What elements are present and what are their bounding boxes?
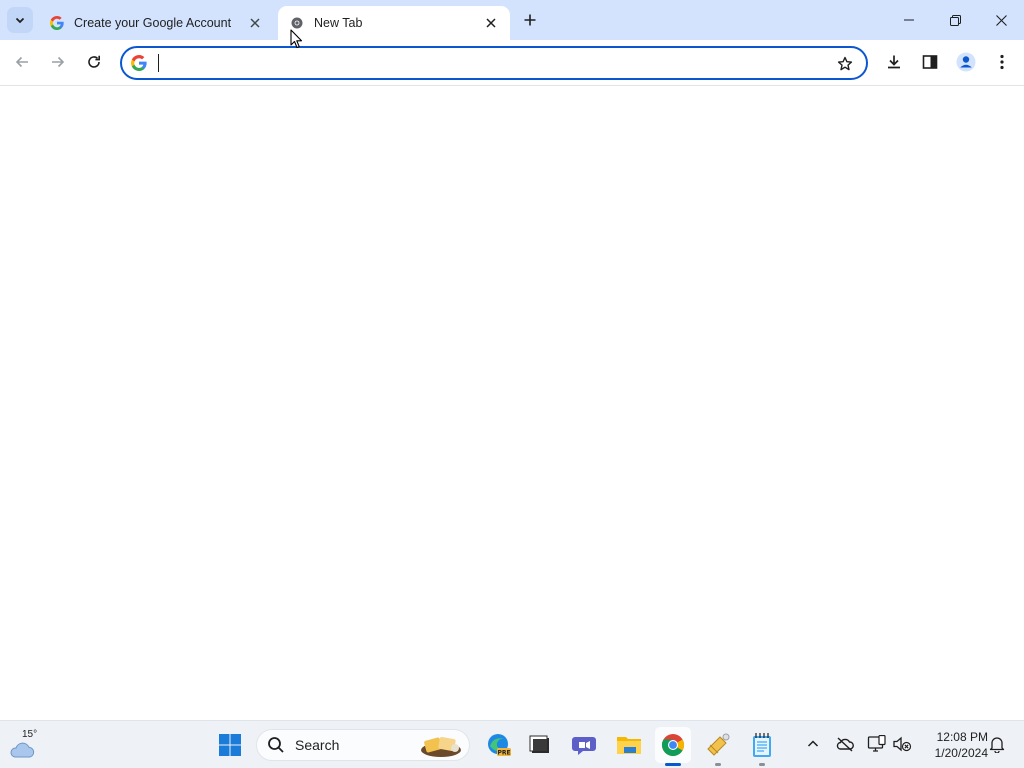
reload-button[interactable]: [79, 47, 109, 77]
reload-icon: [88, 55, 100, 68]
taskbar-chrome[interactable]: [655, 727, 691, 766]
volume-status[interactable]: [891, 733, 913, 755]
taskbar-teams[interactable]: [567, 727, 603, 763]
taskbar: 15° Search PRE 12:08 PM 1/20/2024: [0, 720, 1024, 768]
taskbar-edge-preview[interactable]: PRE: [481, 727, 517, 763]
clock-date: 1/20/2024: [934, 746, 988, 760]
close-window-button[interactable]: [978, 0, 1024, 40]
close-icon: [995, 14, 1007, 26]
clock-time: 12:08 PM: [936, 730, 988, 744]
search-icon: [268, 737, 284, 753]
google-g-icon: [50, 16, 64, 30]
chevron-down-icon: [15, 17, 25, 24]
running-app-indicator: [715, 763, 721, 766]
download-icon: [888, 55, 900, 69]
tab-strip: Create your Google Account New Tab: [0, 0, 1024, 40]
chevron-up-icon: [807, 740, 819, 747]
chrome-icon: [662, 734, 684, 756]
forward-button[interactable]: [43, 47, 73, 77]
restore-icon: [949, 14, 961, 26]
system-clock[interactable]: 12:08 PM 1/20/2024: [920, 729, 988, 761]
side-panel-icon: [922, 55, 938, 69]
tab-create-google-account[interactable]: Create your Google Account: [38, 6, 274, 40]
star-icon: [837, 56, 853, 71]
close-icon: [486, 18, 496, 28]
side-panel-button[interactable]: [915, 47, 945, 77]
bookmark-star-button[interactable]: [833, 52, 857, 76]
profile-avatar-icon: [956, 52, 976, 72]
back-button[interactable]: [7, 47, 37, 77]
page-content: [0, 87, 1024, 720]
network-icon: [867, 735, 886, 752]
taskbar-pinned-app[interactable]: [700, 727, 736, 766]
profile-button[interactable]: [951, 47, 981, 77]
active-app-indicator: [665, 763, 681, 766]
notepad-icon: [753, 733, 771, 757]
search-label: Search: [295, 737, 340, 753]
search-highlight-icon: [421, 737, 461, 757]
mouse-cursor-icon: [290, 29, 303, 49]
weather-temperature: 15°: [22, 729, 38, 740]
cloud-icon: [10, 742, 35, 758]
tab-new-tab[interactable]: New Tab: [278, 6, 510, 40]
bell-icon: [989, 737, 1005, 753]
menu-button[interactable]: [987, 47, 1017, 77]
show-hidden-icons-button[interactable]: [802, 733, 824, 755]
address-input[interactable]: [156, 52, 826, 74]
address-bar[interactable]: [120, 46, 868, 80]
close-tab-button[interactable]: [482, 14, 500, 32]
pin-app-icon: [707, 733, 730, 756]
volume-muted-icon: [893, 736, 912, 752]
minimize-button[interactable]: [886, 0, 932, 40]
downloads-button[interactable]: [879, 47, 909, 77]
teams-icon: [572, 737, 596, 755]
taskbar-terminal[interactable]: [522, 727, 558, 763]
weather-widget[interactable]: 15°: [8, 727, 48, 763]
cloud-off-icon: [836, 737, 854, 752]
edge-preview-icon: PRE: [488, 734, 511, 757]
notifications-button[interactable]: [986, 733, 1008, 755]
taskbar-search[interactable]: Search: [256, 729, 470, 761]
text-caret: [158, 54, 159, 72]
running-app-indicator: [759, 763, 765, 766]
taskbar-file-explorer[interactable]: [611, 727, 647, 763]
network-status[interactable]: [866, 733, 888, 755]
chrome-icon: [290, 16, 304, 30]
onedrive-status[interactable]: [834, 733, 856, 755]
tab-title: New Tab: [314, 16, 363, 30]
more-vert-icon: [1000, 54, 1004, 70]
minimize-icon: [904, 19, 914, 21]
file-explorer-icon: [617, 737, 641, 754]
start-button[interactable]: [212, 727, 248, 763]
taskbar-notepad[interactable]: [744, 727, 780, 766]
windows-start-icon: [219, 734, 241, 756]
tab-title: Create your Google Account: [74, 16, 232, 30]
browser-toolbar: [0, 40, 1024, 86]
new-tab-button[interactable]: [518, 8, 542, 32]
plus-icon: [524, 14, 536, 26]
restore-button[interactable]: [932, 0, 978, 40]
svg-text:PRE: PRE: [497, 750, 510, 757]
tab-search-button[interactable]: [7, 7, 33, 33]
arrow-right-icon: [52, 56, 65, 68]
google-g-icon: [130, 54, 148, 72]
arrow-left-icon: [15, 56, 28, 68]
close-tab-button[interactable]: [246, 14, 264, 32]
close-icon: [250, 18, 260, 28]
terminal-icon: [529, 735, 549, 753]
